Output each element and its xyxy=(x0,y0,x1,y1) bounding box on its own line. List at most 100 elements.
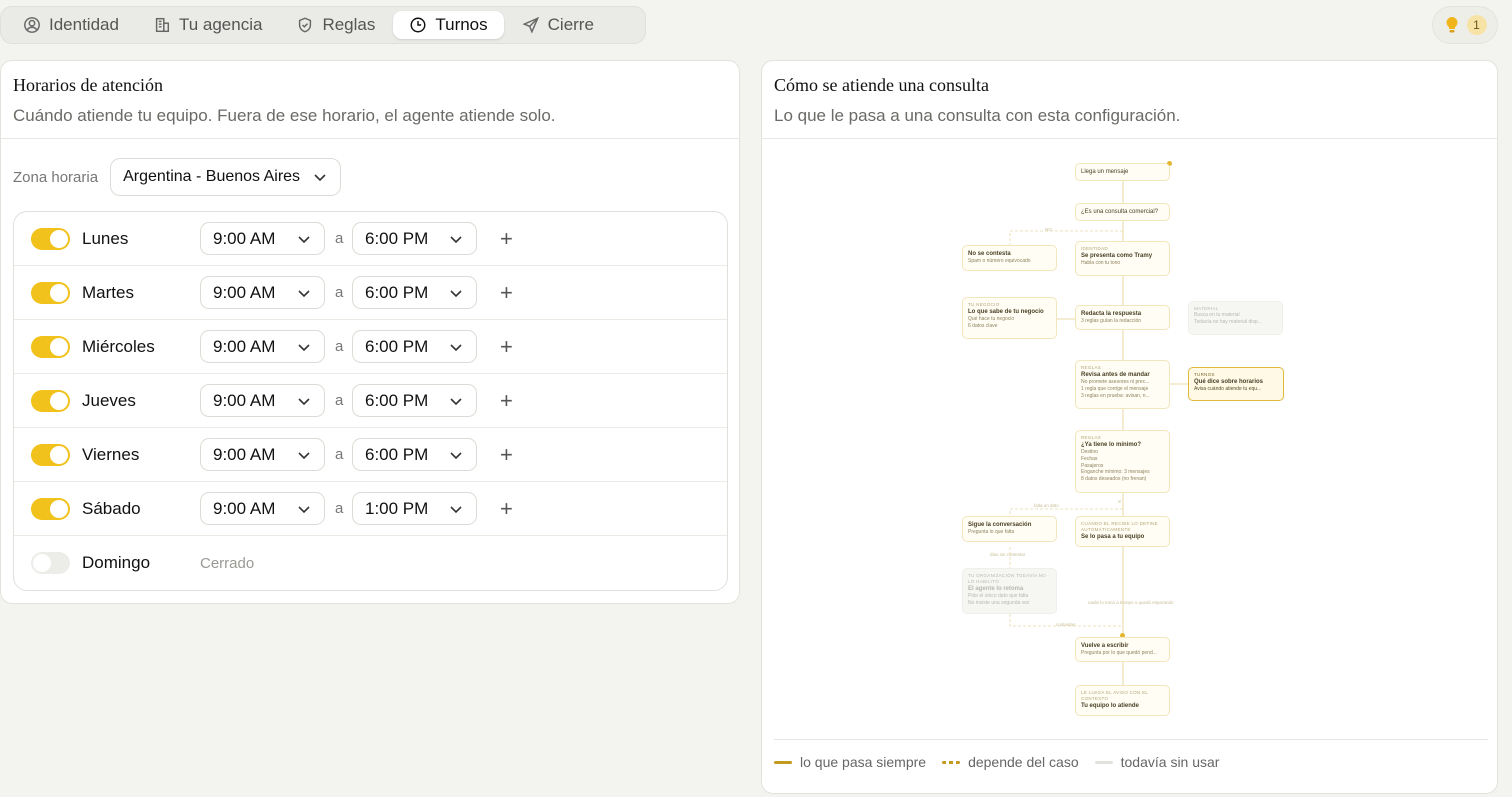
flow-node-vuelve-escribir: Vuelve a escribir Pregunta por lo que qu… xyxy=(1075,637,1170,662)
edge-label: contestan xyxy=(1056,622,1076,627)
end-time-select[interactable]: 6:00 PM xyxy=(352,276,477,309)
end-time-select[interactable]: 6:00 PM xyxy=(352,330,477,363)
flow-node-title: Se lo pasa a tu equipo xyxy=(1081,534,1145,541)
day-toggle[interactable] xyxy=(31,335,70,358)
chevron-down-icon xyxy=(450,451,462,459)
flow-card-title: Cómo se atiende una consulta xyxy=(774,75,989,95)
flow-node-title: ¿Es una consulta comercial? xyxy=(1081,209,1159,215)
weekly-schedule: Lunes 9:00 AM a 6:00 PM + Martes 9:00 AM… xyxy=(13,211,728,591)
tab-identidad[interactable]: Identidad xyxy=(7,11,135,39)
flow-node-line: 1 regla que corrige el mensaje xyxy=(1081,385,1149,392)
start-time-select[interactable]: 9:00 AM xyxy=(200,222,325,255)
end-time-select[interactable]: 6:00 PM xyxy=(352,438,477,471)
start-time-select[interactable]: 9:00 AM xyxy=(200,276,325,309)
end-time-value: 6:00 PM xyxy=(365,390,429,410)
day-toggle[interactable] xyxy=(31,443,70,466)
tips-count-badge: 1 xyxy=(1466,15,1487,35)
flow-node-line: Fechas xyxy=(1081,455,1098,462)
flow-node-label: Cuando el recibe lo define automáticamen… xyxy=(1081,521,1158,533)
day-row-domingo: Domingo Cerrado xyxy=(14,536,727,590)
flow-node-title: Vuelve a escribir xyxy=(1081,643,1129,649)
legend-swatch xyxy=(942,760,961,764)
day-name: Jueves xyxy=(82,390,136,410)
day-name: Viernes xyxy=(82,444,140,464)
start-time-value: 9:00 AM xyxy=(213,444,276,464)
end-time-value: 6:00 PM xyxy=(365,444,429,464)
tab-label: Tu agencia xyxy=(178,15,263,34)
schedule-card-subtitle: Cuándo atiende tu equipo. Fuera de ese h… xyxy=(13,106,556,125)
legend-swatch xyxy=(1094,760,1113,764)
flow-node-line: No promete asesores ni prec... xyxy=(1081,379,1150,386)
end-time-select[interactable]: 1:00 PM xyxy=(352,492,477,525)
start-time-select[interactable]: 9:00 AM xyxy=(200,330,325,363)
flow-node-line: Pregunta lo que falta xyxy=(968,529,1015,536)
add-shift-icon[interactable]: + xyxy=(500,442,513,468)
add-shift-icon[interactable]: + xyxy=(500,226,513,252)
day-row-lunes: Lunes 9:00 AM a 6:00 PM + xyxy=(14,212,727,266)
flow-node-line: Qué hace tu negocio xyxy=(968,316,1015,323)
flow-node-revisa: Reglas Revisa antes de mandar No promete… xyxy=(1075,360,1170,409)
start-time-select[interactable]: 9:00 AM xyxy=(200,492,325,525)
day-toggle[interactable] xyxy=(31,227,70,250)
legend-label: todavía sin usar xyxy=(1120,754,1220,770)
add-shift-icon[interactable]: + xyxy=(500,388,513,414)
chevron-down-icon xyxy=(450,289,462,297)
start-time-value: 9:00 AM xyxy=(213,282,276,302)
day-name: Domingo xyxy=(82,553,151,572)
add-shift-icon[interactable]: + xyxy=(500,334,513,360)
flow-node-title: Lo que sabe de tu negocio xyxy=(968,309,1044,316)
flow-node-es-consulta: ¿Es una consulta comercial? xyxy=(1075,203,1170,221)
add-shift-icon[interactable]: + xyxy=(500,280,513,306)
schedule-card-header: Horarios de atención Cuándo atiende tu e… xyxy=(1,61,739,139)
send-icon xyxy=(522,16,539,34)
tab-cierre[interactable]: Cierre xyxy=(506,11,610,39)
flow-node-redacta: Redacta la respuesta 3 reglas guían la r… xyxy=(1075,305,1170,330)
day-row-jueves: Jueves 9:00 AM a 6:00 PM + xyxy=(14,374,727,428)
flow-node-identidad: Identidad Se presenta como Tramy Habla c… xyxy=(1075,241,1170,276)
flow-diagram: Llega un mensaje ¿Es una consulta comerc… xyxy=(762,139,1497,739)
day-toggle[interactable] xyxy=(31,552,70,574)
flow-node-turnos[interactable]: Turnos Qué dice sobre horarios Avisa cuá… xyxy=(1188,367,1284,401)
time-separator: a xyxy=(335,284,344,301)
start-time-value: 9:00 AM xyxy=(213,390,276,410)
day-toggle[interactable] xyxy=(31,281,70,304)
day-toggle[interactable] xyxy=(31,497,70,520)
flow-node-title: Redacta la respuesta xyxy=(1081,311,1142,317)
flow-node-line: Spam o número equivocado xyxy=(968,258,1031,265)
flow-node-no-se-contesta: No se contesta Spam o número equivocado xyxy=(962,245,1057,271)
flow-node-line: 3 reglas guían la redacción xyxy=(1081,318,1142,325)
clock-icon xyxy=(410,17,426,33)
add-shift-icon[interactable]: + xyxy=(500,496,513,522)
tab-reglas[interactable]: Reglas xyxy=(280,11,391,39)
timezone-select[interactable]: Argentina - Buenos Aires xyxy=(110,158,342,196)
tips-button[interactable]: 1 xyxy=(1432,6,1498,44)
day-name: Sábado xyxy=(82,498,141,518)
chevron-down-icon xyxy=(450,505,462,513)
timezone-row: Zona horaria Argentina - Buenos Aires xyxy=(13,158,342,196)
end-time-value: 1:00 PM xyxy=(365,498,429,518)
flow-node-lo-minimo: Reglas ¿Ya tiene lo mínimo? Destino Fech… xyxy=(1075,430,1170,493)
tab-label: Identidad xyxy=(49,15,119,34)
end-time-select[interactable]: 6:00 PM xyxy=(352,222,477,255)
chevron-down-icon xyxy=(450,235,462,243)
tab-turnos[interactable]: Turnos xyxy=(393,11,504,39)
shield-icon xyxy=(299,17,312,33)
flow-node-label: Le llega el aviso con el contexto xyxy=(1081,690,1149,702)
chevron-down-icon xyxy=(298,505,310,513)
start-time-select[interactable]: 9:00 AM xyxy=(200,438,325,471)
lightbulb-icon xyxy=(1446,17,1457,33)
chevron-down-icon xyxy=(298,397,310,405)
tab-tu-agencia[interactable]: Tu agencia xyxy=(137,11,278,39)
end-time-value: 6:00 PM xyxy=(365,282,429,302)
day-name: Martes xyxy=(82,282,134,302)
end-time-value: 6:00 PM xyxy=(365,336,429,356)
start-time-select[interactable]: 9:00 AM xyxy=(200,384,325,417)
end-time-select[interactable]: 6:00 PM xyxy=(352,384,477,417)
time-separator: a xyxy=(335,446,344,463)
day-toggle[interactable] xyxy=(31,389,70,412)
chevron-down-icon xyxy=(298,289,310,297)
chevron-down-icon xyxy=(298,451,310,459)
legend-item-sin-usar: todavía sin usar xyxy=(1094,754,1220,770)
day-row-miercoles: Miércoles 9:00 AM a 6:00 PM + xyxy=(14,320,727,374)
edge-label: NO xyxy=(1045,227,1052,232)
